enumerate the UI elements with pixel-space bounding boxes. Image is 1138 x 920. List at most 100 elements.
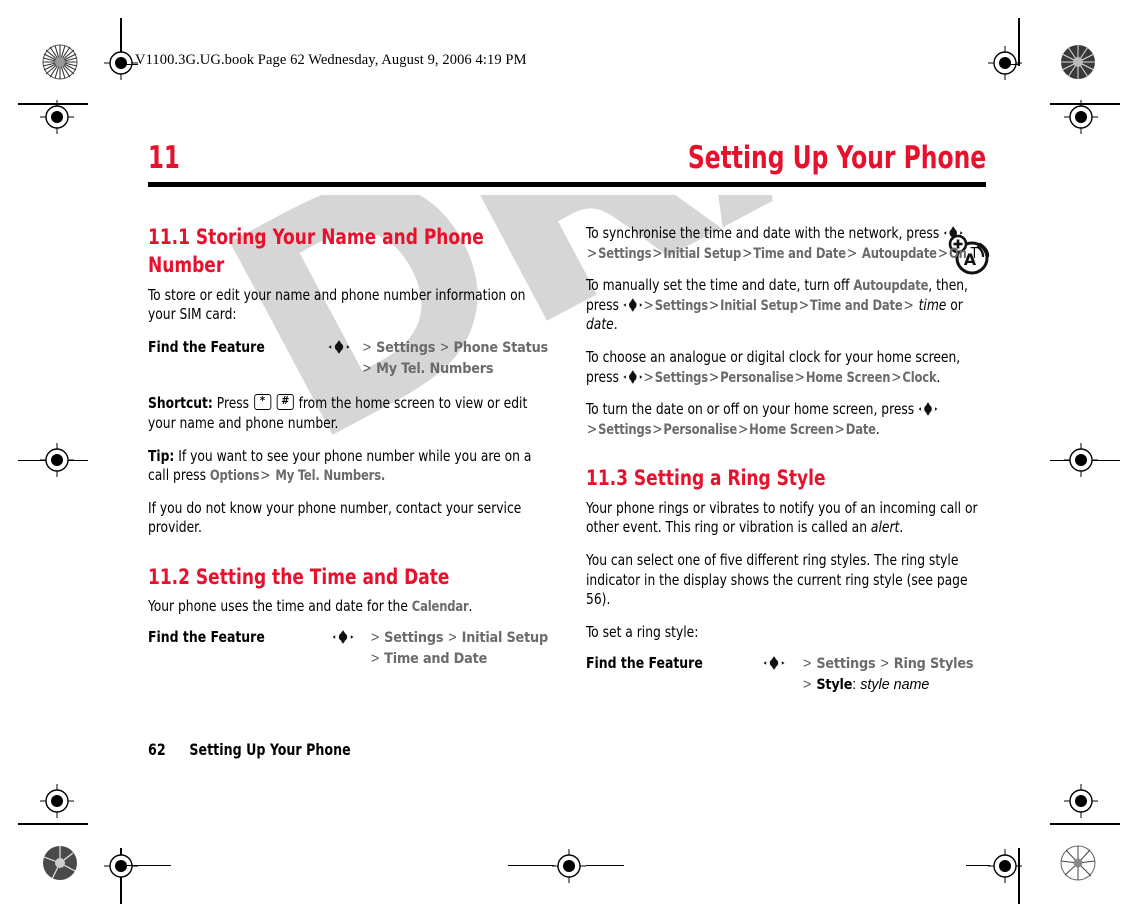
term-alert: alert — [870, 518, 900, 537]
shortcut-press-word: Press — [216, 394, 250, 413]
right-column: To synchronise the time and date with th… — [586, 224, 984, 710]
ring-style-intro-post: . — [899, 518, 904, 537]
paragraph-clock: To choose an analogue or digital clock f… — [586, 348, 961, 386]
color-rosette-icon — [1060, 44, 1096, 85]
registration-target-icon — [988, 849, 1022, 883]
trim-line — [1018, 848, 1020, 904]
chapter-rule — [148, 182, 986, 187]
menu-item-date: Date — [845, 421, 876, 438]
footer-title: Setting Up Your Phone — [189, 740, 351, 759]
registration-target-icon — [1064, 443, 1098, 477]
trim-line — [586, 865, 624, 867]
paragraph-date-toggle: To turn the date on or off on your home … — [586, 400, 984, 439]
find-the-feature-11-2: Find the Feature > Settings > Initial Se… — [148, 628, 548, 670]
conjunction-or: or — [950, 295, 963, 314]
chapter-heading: 11 Setting Up Your Phone — [148, 140, 986, 187]
menu-item-clock: Clock — [902, 369, 937, 386]
find-the-feature-label: Find the Feature — [148, 337, 265, 356]
style-separator: : — [852, 676, 857, 693]
registration-target-icon — [552, 849, 586, 883]
menu-item-home-screen: Home Screen — [805, 369, 891, 386]
find-the-feature-path: > Settings > Phone Status > My Tel. Numb… — [362, 338, 548, 380]
trim-line — [1000, 64, 1019, 66]
pound-key-icon: # — [276, 394, 294, 411]
menu-path-line-2: > Time and Date — [370, 651, 488, 668]
registration-target-icon — [988, 46, 1022, 80]
menu-item-home-screen: Home Screen — [749, 421, 834, 438]
star-key-icon: * — [253, 394, 271, 411]
menu-item-time-and-date: Time and Date — [384, 651, 488, 668]
menu-item-settings: Settings — [654, 369, 708, 386]
menu-item-calendar: Calendar — [411, 599, 469, 616]
menu-item-ring-styles: Ring Styles — [893, 655, 974, 672]
registration-target-icon — [104, 46, 138, 80]
navigation-key-icon — [316, 628, 370, 644]
menu-item-settings: Settings — [598, 245, 652, 262]
menu-item-initial-setup: Initial Setup — [663, 245, 742, 262]
navigation-key-icon — [746, 654, 802, 670]
find-the-feature-path: > Settings > Ring Styles > Style: style … — [802, 654, 974, 696]
ring-style-intro: Your phone rings or vibrates to notify y… — [586, 498, 978, 537]
registration-target-icon — [40, 443, 74, 477]
color-rosette-icon — [42, 44, 78, 85]
menu-item-personalise: Personalise — [663, 421, 738, 438]
file-header-line: V1100.3G.UG.book Page 62 Wednesday, Augu… — [135, 52, 527, 68]
navigation-key-icon — [943, 226, 963, 240]
find-the-feature-11-3: Find the Feature > Settings > Ring Style… — [586, 654, 984, 696]
tip-period: . — [380, 468, 386, 485]
menu-item-initial-setup: Initial Setup — [461, 629, 549, 646]
menu-item-my-tel-numbers: My Tel. Numbers — [376, 361, 494, 378]
registration-target-icon — [1064, 100, 1098, 134]
placeholder-style-name: style name — [860, 676, 930, 693]
section-11-3-para-3: To set a ring style: — [586, 622, 699, 641]
find-the-feature-path: > Settings > Initial Setup > Time and Da… — [370, 628, 548, 670]
shortcut-paragraph: Shortcut: Press * # from the home screen… — [148, 394, 548, 433]
menu-item-settings: Settings — [376, 339, 436, 356]
menu-item-phone-status: Phone Status — [453, 339, 549, 356]
section-11-2-intro-post: . — [468, 597, 473, 616]
menu-item-time-and-date: Time and Date — [753, 245, 846, 262]
pound-key-glyph: # — [281, 394, 290, 408]
sync-tail: .T — [966, 243, 979, 262]
menu-item-on: On — [948, 245, 967, 262]
section-11-1-intro: To store or edit your name and phone num… — [148, 285, 526, 324]
registration-target-icon — [40, 784, 74, 818]
date-text-pre: To turn the date on or off on your home … — [586, 400, 915, 419]
paragraph-sync-time: To synchronise the time and date with th… — [586, 224, 979, 262]
menu-item-my-tel-numbers-tip: My Tel. Numbers — [275, 468, 381, 485]
menu-item-settings: Settings — [816, 655, 876, 672]
color-rosette-icon — [42, 845, 78, 886]
tip-paragraph: Tip: If you want to see your phone numbe… — [148, 446, 532, 485]
registration-target-icon — [1064, 784, 1098, 818]
trim-line — [18, 823, 88, 825]
find-the-feature-11-1: Find the Feature > Settings > Phone Stat… — [148, 338, 548, 380]
navigation-key-icon — [623, 298, 643, 312]
footer-page-number: 62 — [148, 740, 166, 759]
menu-item-personalise: Personalise — [720, 369, 794, 386]
menu-item-options: Options — [209, 468, 260, 485]
section-11-3-para-2: You can select one of five different rin… — [586, 551, 968, 609]
section-11-2-intro: Your phone uses the time and date for th… — [148, 597, 548, 617]
find-the-feature-label: Find the Feature — [148, 627, 265, 646]
placeholder-time: time — [918, 295, 947, 314]
menu-item-autoupdate-inline: Autoupdate — [853, 278, 929, 295]
section-11-2-intro-pre: Your phone uses the time and date for th… — [148, 597, 408, 616]
manual-text-pre: To manually set the time and date, turn … — [586, 276, 850, 295]
sync-text: To synchronise the time and date with th… — [586, 224, 940, 242]
document-page: DRAFT V1100.3G.UG.book Page 62 Wednesday… — [0, 0, 1138, 920]
menu-path-line-1: > Settings > Ring Styles — [803, 655, 974, 672]
trim-line — [121, 865, 171, 867]
registration-target-icon — [40, 100, 74, 134]
chapter-title: Setting Up Your Phone — [687, 140, 986, 176]
clock-tail: . — [936, 367, 941, 386]
shortcut-lead: Shortcut: — [148, 394, 213, 413]
color-rosette-icon — [1060, 845, 1096, 886]
section-heading-11-1: 11.1 Storing Your Name and Phone Number — [148, 225, 484, 279]
menu-path-line-2: > Style: style name — [803, 676, 930, 693]
trim-line — [1050, 823, 1120, 825]
date-tail: . — [875, 419, 880, 438]
menu-item-initial-setup: Initial Setup — [720, 297, 798, 314]
menu-item-time-and-date: Time and Date — [809, 297, 903, 314]
tip-lead: Tip: — [148, 446, 175, 465]
menu-item-style: Style — [816, 676, 853, 693]
